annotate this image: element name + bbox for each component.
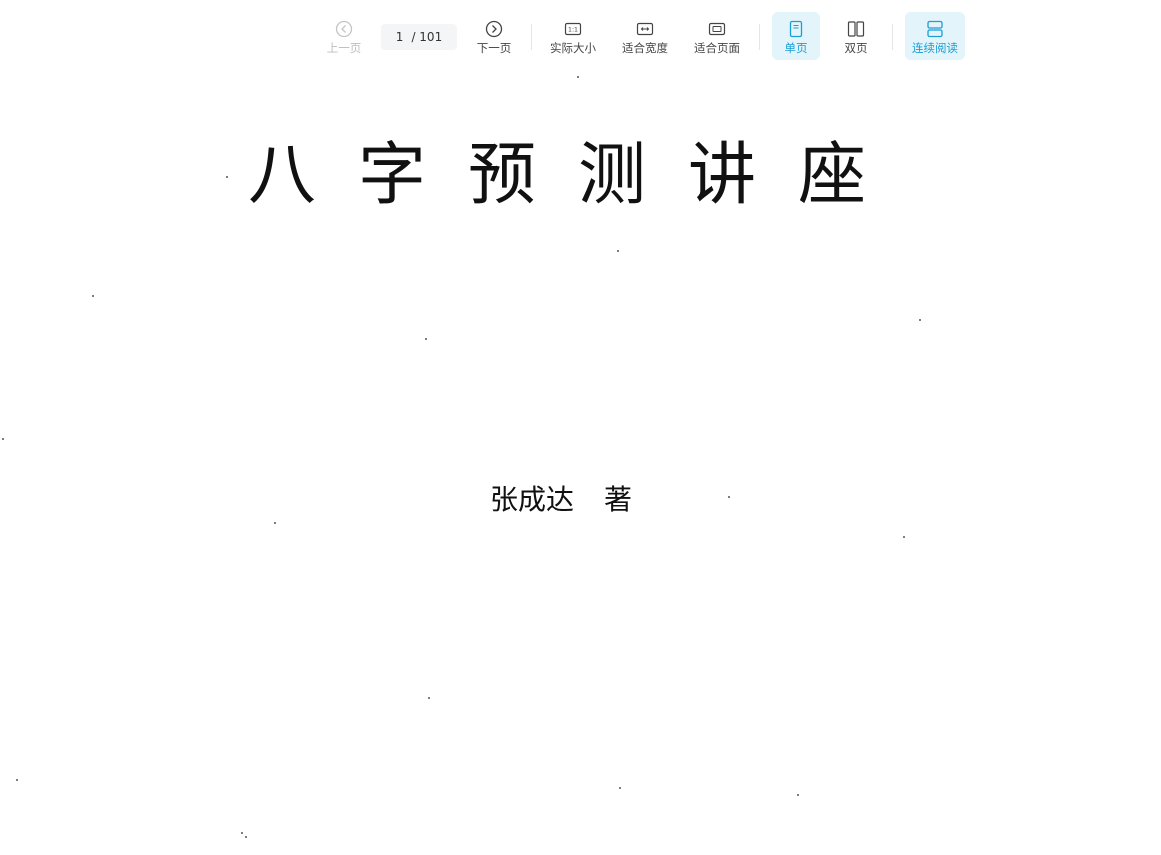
toolbar-divider xyxy=(892,24,893,50)
next-page-button[interactable]: 下一页 xyxy=(472,12,516,60)
scan-speck xyxy=(92,295,94,297)
next-page-label: 下一页 xyxy=(476,41,512,55)
scan-speck xyxy=(617,250,619,252)
scan-speck xyxy=(241,832,243,834)
scan-speck xyxy=(619,787,621,789)
scan-speck xyxy=(577,76,579,78)
author-role: 著 xyxy=(604,483,633,516)
actual-size-icon: 1:1 xyxy=(564,22,582,36)
chevron-left-circle-icon xyxy=(335,20,353,38)
scan-speck xyxy=(2,438,4,440)
double-page-label: 双页 xyxy=(844,41,868,55)
single-page-button[interactable]: 单页 xyxy=(772,12,820,60)
document-page: 八字预测讲座 张成达著 xyxy=(0,70,1161,855)
scan-speck xyxy=(728,496,730,498)
double-page-button[interactable]: 双页 xyxy=(834,12,878,60)
prev-page-label: 上一页 xyxy=(326,41,362,55)
continuous-scroll-icon xyxy=(927,20,943,38)
scan-speck xyxy=(226,176,228,178)
toolbar-divider xyxy=(531,24,532,50)
scan-speck xyxy=(797,794,799,796)
chevron-right-circle-icon xyxy=(485,20,503,38)
document-author-line: 张成达著 xyxy=(490,486,632,514)
scan-speck xyxy=(428,697,430,699)
viewer-toolbar: 上一页 1 / 101 下一页 1:1 实际大小 适合宽度 适合页面 单页 双页… xyxy=(0,0,1161,70)
single-page-label: 单页 xyxy=(784,41,808,55)
scan-speck xyxy=(425,338,427,340)
page-number-input[interactable]: 1 / 101 xyxy=(381,24,457,50)
fit-width-label: 适合宽度 xyxy=(622,41,668,55)
double-page-icon xyxy=(847,21,865,37)
scan-speck xyxy=(245,836,247,838)
fit-page-label: 适合页面 xyxy=(694,41,740,55)
scan-speck xyxy=(16,779,18,781)
toolbar-divider xyxy=(759,24,760,50)
continuous-reading-button[interactable]: 连续阅读 xyxy=(905,12,965,60)
author-name: 张成达 xyxy=(490,483,575,516)
fit-width-button[interactable]: 适合宽度 xyxy=(618,12,672,60)
document-title: 八字预测讲座 xyxy=(248,136,909,215)
fit-width-icon xyxy=(636,22,654,36)
scan-speck xyxy=(919,319,921,321)
actual-size-icon-text: 1:1 xyxy=(568,27,578,34)
actual-size-label: 实际大小 xyxy=(550,41,596,55)
scan-speck xyxy=(903,536,905,538)
total-pages: / 101 xyxy=(411,30,443,44)
actual-size-button[interactable]: 1:1 实际大小 xyxy=(546,12,600,60)
current-page: 1 xyxy=(395,30,404,44)
fit-page-icon xyxy=(708,22,726,36)
single-page-icon xyxy=(789,20,803,38)
fit-page-button[interactable]: 适合页面 xyxy=(690,12,744,60)
scan-speck xyxy=(274,522,276,524)
prev-page-button[interactable]: 上一页 xyxy=(322,12,366,60)
continuous-reading-label: 连续阅读 xyxy=(912,41,958,55)
